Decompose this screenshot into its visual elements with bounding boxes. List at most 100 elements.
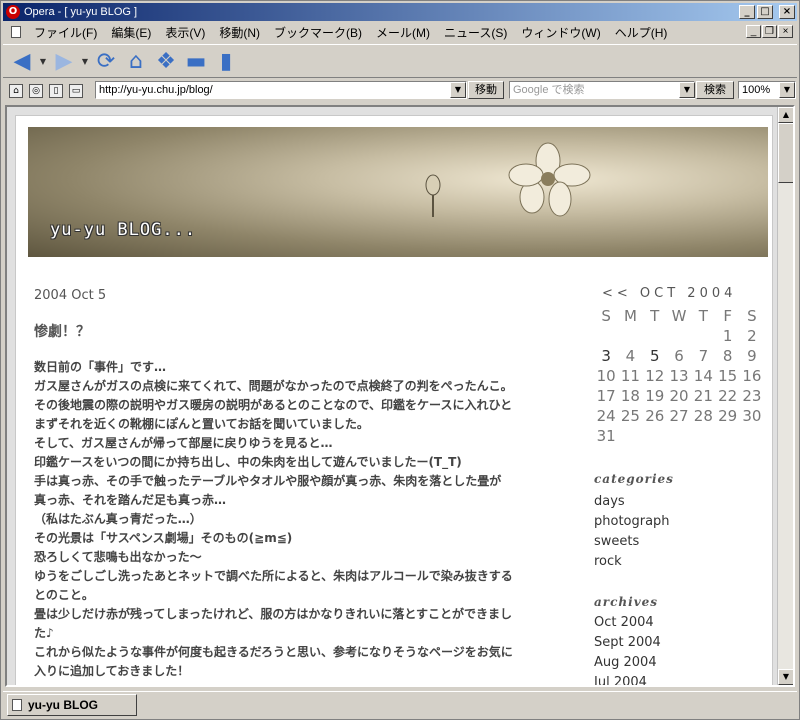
calendar-day[interactable]: 3 [594, 346, 618, 366]
categories-heading: categories [594, 472, 674, 486]
new-page-icon[interactable]: ▮ [213, 48, 239, 74]
post-line: 真っ赤、それを踏んだ足も真っ赤… [34, 493, 227, 507]
print-small-icon[interactable]: ▭ [69, 84, 83, 98]
lock-icon[interactable]: ⌂ [9, 84, 23, 98]
calendar-day: 17 [596, 387, 616, 405]
calendar: << OCT 2004 S M T W T F S 1 2 3 4 5 6 7 8 9 10 11 12 13 14 15… [594, 286, 764, 446]
calendar-day: 18 [620, 387, 640, 405]
category-link[interactable]: sweets [594, 532, 670, 552]
calendar-day: 9 [747, 347, 757, 365]
maximize-button[interactable]: □ [757, 5, 773, 19]
close-button[interactable]: × [779, 5, 795, 19]
home-icon[interactable]: ⌂ [123, 48, 149, 74]
menu-file[interactable]: ファイル(F) [27, 24, 104, 41]
archives-list: Oct 2004 Sept 2004 Aug 2004 Jul 2004 [594, 613, 661, 685]
calendar-day: 20 [669, 387, 689, 405]
calendar-day: 10 [596, 367, 616, 385]
url-input[interactable]: http://yu-yu.chu.jp/blog/ [95, 81, 467, 99]
category-link[interactable]: days [594, 492, 670, 512]
print-icon[interactable]: ▬ [183, 48, 209, 74]
doc-close-button[interactable]: × [778, 25, 793, 38]
calendar-day: 4 [625, 347, 636, 365]
menu-navigation[interactable]: 移動(N) [212, 24, 267, 41]
title-bar: O Opera - [ yu-yu BLOG ] _ □ × [3, 3, 797, 21]
cookie-icon[interactable]: ◎ [29, 84, 43, 98]
vertical-scrollbar[interactable]: ▲ ▼ [777, 107, 793, 685]
post-line: とのこと。 [34, 588, 94, 602]
url-dropdown-icon[interactable]: ▼ [450, 82, 466, 98]
calendar-day: 21 [693, 387, 713, 405]
calendar-day: 30 [742, 407, 762, 425]
forward-history-dropdown-icon[interactable]: ▼ [81, 48, 89, 74]
category-link[interactable]: photograph [594, 512, 670, 532]
archive-link[interactable]: Sept 2004 [594, 633, 661, 653]
calendar-day: 25 [620, 407, 640, 425]
menu-bookmarks[interactable]: ブックマーク(B) [267, 24, 369, 41]
page-tab[interactable]: yu-yu BLOG [7, 693, 137, 716]
calendar-day: 14 [693, 367, 713, 385]
reload-icon[interactable]: ⟳ [93, 48, 119, 74]
scroll-thumb[interactable] [778, 123, 793, 183]
post-line: まずそれを近くの靴棚にぽんと置いてお話を聞いていました。 [34, 417, 369, 431]
post-date: 2004 Oct 5 [34, 288, 107, 303]
document-icon [11, 26, 21, 38]
hotlist-icon[interactable]: ❖ [153, 48, 179, 74]
archive-link[interactable]: Oct 2004 [594, 613, 661, 633]
calendar-day[interactable]: 5 [643, 346, 667, 366]
back-history-dropdown-icon[interactable]: ▼ [39, 48, 47, 74]
archives-heading: archives [594, 595, 659, 609]
opera-logo-icon: O [6, 5, 20, 19]
calendar-day: 19 [645, 387, 665, 405]
menu-help[interactable]: ヘルプ(H) [608, 24, 675, 41]
menu-mail[interactable]: メール(M) [369, 24, 437, 41]
weekday-label: S [747, 307, 757, 325]
search-input[interactable]: Google で検索 [509, 81, 695, 99]
post-line: これから似たような事件が何度も起きるだろうと思い、参考になりそうなページをお気に [34, 645, 513, 659]
blog-page: yu-yu BLOG... 2004 Oct 5 惨劇！？ 数日前の「事件」です… [15, 115, 773, 685]
calendar-day: 24 [596, 407, 616, 425]
menu-edit[interactable]: 編集(E) [104, 24, 158, 41]
search-button[interactable]: 検索 [696, 81, 734, 99]
archive-link[interactable]: Jul 2004 [594, 673, 661, 685]
post-line: 印鑑ケースをいつの間にか持ち出し、中の朱肉を出して遊んでいましたー(T_T) [34, 455, 462, 469]
weekday-label: T [650, 307, 660, 325]
archive-link[interactable]: Aug 2004 [594, 653, 661, 673]
doc-restore-button[interactable]: ❐ [762, 25, 777, 38]
scroll-up-icon[interactable]: ▲ [778, 107, 793, 123]
calendar-day: 11 [620, 367, 640, 385]
menu-news[interactable]: ニュース(S) [437, 24, 514, 41]
calendar-day: 28 [693, 407, 713, 425]
weekday-label: S [601, 307, 611, 325]
post-line: その光景は「サスペンス劇場」そのもの(≧m≦) [34, 531, 293, 545]
post-line: （私はたぶん真っ青だった…） [34, 512, 202, 526]
minimize-button[interactable]: _ [739, 5, 755, 19]
post-line: そして、ガス屋さんが帰って部屋に戻りゆうを見ると… [34, 436, 333, 450]
calendar-day: 7 [698, 347, 709, 365]
menu-view[interactable]: 表示(V) [158, 24, 212, 41]
menu-bar: ファイル(F) 編集(E) 表示(V) 移動(N) ブックマーク(B) メール(… [3, 22, 797, 42]
search-engine-dropdown-icon[interactable]: ▼ [679, 82, 695, 98]
calendar-day: 26 [645, 407, 665, 425]
calendar-empty-cell [594, 326, 618, 346]
calendar-day: 12 [645, 367, 665, 385]
post-line: ガス屋さんがガスの点検に来てくれて、問題がなかったので点検終了の判をぺったんこ。 [34, 379, 513, 393]
category-link[interactable]: rock [594, 552, 670, 572]
doc-minimize-button[interactable]: _ [746, 25, 761, 38]
calendar-day: 6 [674, 347, 684, 365]
calendar-empty-cell [643, 326, 667, 346]
zoom-dropdown-icon[interactable]: ▼ [779, 82, 795, 98]
calendar-day: 1 [722, 327, 733, 345]
weekday-label: M [623, 307, 637, 325]
page-info-icon[interactable]: ▯ [49, 84, 63, 98]
back-arrow-icon[interactable]: ◀ [9, 48, 35, 74]
calendar-day: 8 [722, 347, 733, 365]
go-button[interactable]: 移動 [468, 81, 504, 99]
menu-window[interactable]: ウィンドウ(W) [514, 24, 607, 41]
post-title[interactable]: 惨劇！？ [34, 321, 90, 341]
forward-arrow-icon[interactable]: ▶ [51, 48, 77, 74]
post-line: 数日前の「事件」です… [34, 360, 167, 374]
calendar-day: 15 [718, 367, 738, 385]
post-line: 畳は少しだけ赤が残ってしまったけれど、服の方はかなりきれいに落とすことができまし [34, 607, 512, 621]
calendar-header[interactable]: << OCT 2004 [602, 286, 764, 306]
scroll-down-icon[interactable]: ▼ [778, 669, 793, 685]
